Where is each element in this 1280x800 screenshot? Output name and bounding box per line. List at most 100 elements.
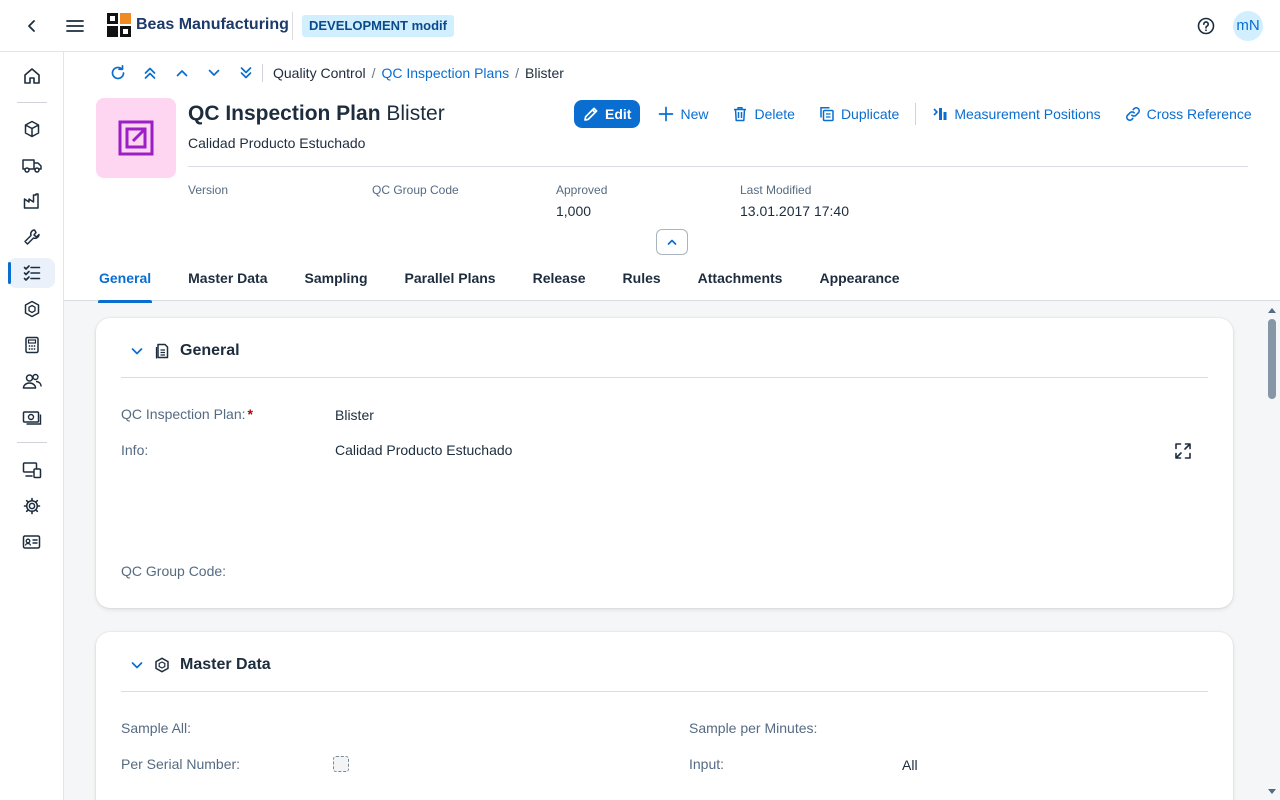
- general-section-header[interactable]: General: [130, 342, 240, 360]
- calculator-icon[interactable]: [8, 330, 55, 360]
- attribute-label: Approved: [556, 183, 608, 197]
- back-icon[interactable]: [21, 15, 43, 37]
- tab-sampling[interactable]: Sampling: [305, 270, 368, 301]
- breadcrumb-separator: /: [371, 65, 376, 81]
- attribute-label: Version: [188, 183, 229, 197]
- collapse-header-button[interactable]: [656, 229, 688, 255]
- attribute-value: 13.01.2017 17:40: [740, 203, 849, 219]
- toolbar-divider: [262, 64, 263, 82]
- delete-button[interactable]: Delete: [724, 100, 802, 128]
- tab-rules[interactable]: Rules: [623, 270, 661, 301]
- header-divider: [188, 166, 1248, 167]
- required-marker: *: [247, 406, 253, 422]
- measure-icon: [932, 106, 948, 122]
- factory-icon[interactable]: [8, 186, 55, 216]
- attribute-label: QC Group Code: [372, 183, 459, 197]
- new-button[interactable]: New: [650, 100, 716, 128]
- money-icon[interactable]: [8, 402, 55, 432]
- document-icon: [154, 343, 170, 359]
- first-item-icon[interactable]: [134, 64, 166, 82]
- field-value-qc-inspection-plan: Blister: [335, 407, 374, 423]
- last-item-icon[interactable]: [230, 64, 262, 82]
- tab-parallel-plans[interactable]: Parallel Plans: [405, 270, 496, 301]
- object-type-icon: [96, 98, 176, 178]
- object-name: Blister: [386, 102, 445, 125]
- hexagon-icon: [154, 657, 170, 673]
- actions-divider: [915, 103, 917, 125]
- home-icon[interactable]: [8, 61, 55, 91]
- field-label-sample-per-minutes: Sample per Minutes:: [689, 720, 818, 736]
- copy-icon: [819, 106, 835, 122]
- next-item-icon[interactable]: [198, 64, 230, 82]
- nav-divider: [17, 442, 47, 443]
- scroll-down-arrow-icon[interactable]: [1267, 788, 1277, 796]
- breadcrumb-item-current: Blister: [525, 65, 564, 81]
- duplicate-button[interactable]: Duplicate: [811, 100, 907, 128]
- edit-button[interactable]: Edit: [574, 100, 641, 128]
- breadcrumb: Quality Control / QC Inspection Plans / …: [273, 65, 564, 81]
- wrench-icon[interactable]: [8, 222, 55, 252]
- cross-reference-button[interactable]: Cross Reference: [1117, 100, 1260, 128]
- people-icon[interactable]: [8, 366, 55, 396]
- breadcrumb-item-qc-inspection-plans[interactable]: QC Inspection Plans: [381, 65, 509, 81]
- field-label-qc-inspection-plan: QC Inspection Plan: *: [121, 406, 253, 422]
- section-divider: [121, 691, 1208, 692]
- side-navigation: [0, 52, 64, 800]
- gear-icon[interactable]: [8, 491, 55, 521]
- chevron-down-icon[interactable]: [130, 344, 144, 358]
- field-label-per-serial-number: Per Serial Number:: [121, 756, 241, 772]
- id-card-icon[interactable]: [8, 527, 55, 557]
- measurement-positions-label: Measurement Positions: [954, 106, 1101, 122]
- pencil-icon: [583, 106, 599, 122]
- cube-icon[interactable]: [8, 114, 55, 144]
- section-title: Master Data: [180, 656, 271, 673]
- field-label-qc-group-code: QC Group Code:: [121, 563, 227, 579]
- attribute-approved: Approved 1,000: [556, 183, 607, 219]
- attribute-value: 1,000: [556, 203, 592, 219]
- chevron-down-icon[interactable]: [130, 658, 144, 672]
- expand-fullscreen-icon[interactable]: [1174, 442, 1192, 460]
- previous-item-icon[interactable]: [166, 64, 198, 82]
- menu-icon[interactable]: [64, 15, 86, 37]
- tab-attachments[interactable]: Attachments: [698, 270, 783, 301]
- field-label-sample-all: Sample All:: [121, 720, 192, 736]
- checklist-icon[interactable]: [8, 258, 55, 288]
- attribute-qc-group-code: QC Group Code: [372, 183, 459, 203]
- object-type-label: QC Inspection Plan: [188, 102, 381, 125]
- tab-general[interactable]: General: [97, 270, 153, 303]
- new-button-label: New: [680, 106, 709, 122]
- page-title: QC Inspection Plan Blister: [188, 102, 445, 126]
- measurement-positions-button[interactable]: Measurement Positions: [924, 100, 1108, 128]
- environment-tag: DEVELOPMENT modif: [302, 15, 454, 37]
- section-divider: [121, 377, 1208, 378]
- per-serial-number-checkbox[interactable]: [333, 756, 349, 772]
- master-data-section-card: Master Data Sample All: Sample per Minut…: [96, 632, 1233, 800]
- refresh-icon[interactable]: [102, 64, 134, 82]
- duplicate-button-label: Duplicate: [840, 106, 900, 122]
- content-scrollbar[interactable]: [1264, 302, 1280, 800]
- delete-button-label: Delete: [754, 106, 795, 122]
- section-title: General: [180, 342, 240, 359]
- tab-master-data[interactable]: Master Data: [188, 270, 267, 301]
- link-icon: [1125, 106, 1141, 122]
- devices-icon[interactable]: [8, 455, 55, 485]
- help-icon[interactable]: [1195, 15, 1217, 37]
- user-avatar[interactable]: mN: [1233, 11, 1263, 41]
- cross-reference-label: Cross Reference: [1146, 106, 1252, 122]
- trash-icon: [732, 106, 748, 122]
- tab-appearance[interactable]: Appearance: [819, 270, 899, 301]
- scroll-up-arrow-icon[interactable]: [1267, 306, 1277, 314]
- attribute-version: Version: [188, 183, 228, 203]
- app-name[interactable]: Beas Manufacturing: [136, 16, 289, 34]
- scrollbar-thumb[interactable]: [1268, 319, 1276, 399]
- attribute-label: Last Modified: [740, 183, 812, 197]
- truck-icon[interactable]: [8, 150, 55, 180]
- attribute-last-modified: Last Modified 13.01.2017 17:40: [740, 183, 849, 219]
- breadcrumb-item-quality-control[interactable]: Quality Control: [273, 65, 366, 81]
- object-page-header: Quality Control / QC Inspection Plans / …: [64, 52, 1280, 303]
- field-label-info: Info:: [121, 442, 149, 458]
- beas-logo[interactable]: [107, 13, 131, 37]
- master-data-section-header[interactable]: Master Data: [130, 656, 271, 674]
- tab-release[interactable]: Release: [533, 270, 586, 301]
- hexagon-icon[interactable]: [8, 294, 55, 324]
